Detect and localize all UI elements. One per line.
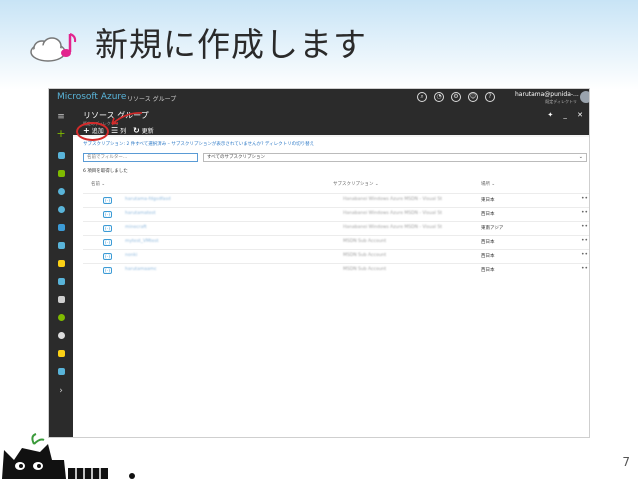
- table-row[interactable]: {·} harutamatest Hanabanei Windows Azure…: [83, 207, 589, 220]
- resource-group-icon: {·}: [103, 239, 112, 246]
- sidebar-item-recent[interactable]: [55, 185, 67, 197]
- table-row[interactable]: {·} mytest_VMtest MSDN Sub Account 西日本 •…: [83, 235, 589, 248]
- resource-group-icon: {·}: [103, 197, 112, 204]
- row-location: 西日本: [481, 254, 495, 259]
- row-location: 西日本: [481, 212, 495, 217]
- table-row[interactable]: {·} harutama-fdgsdfasd Hanabanei Windows…: [83, 193, 589, 206]
- settings-icon[interactable]: ⚙: [451, 92, 461, 102]
- notification-icon[interactable]: ◔: [434, 92, 444, 102]
- sidebar-item-billing[interactable]: [55, 347, 67, 359]
- sidebar-item-monitor[interactable]: [55, 293, 67, 305]
- table-row[interactable]: {·} minecraft Hanabanei Windows Azure MS…: [83, 221, 589, 234]
- row-subscription: MSDN Sub Account: [343, 239, 387, 244]
- smiley-icon[interactable]: ☺: [468, 92, 478, 102]
- user-directory: 既定ディレクトリ: [545, 99, 577, 104]
- more-icon[interactable]: •••: [581, 265, 589, 272]
- resource-group-icon: {·}: [103, 225, 112, 232]
- more-icon[interactable]: •••: [581, 209, 589, 216]
- user-menu[interactable]: harutama@punida-... 既定ディレクトリ: [515, 91, 579, 105]
- row-subscription: Hanabanei Windows Azure MSDN - Visual St: [343, 211, 442, 216]
- avatar[interactable]: [580, 91, 589, 103]
- blade-content: サブスクリプション: 2 件すべて選択済み – サブスクリプションが表示されてい…: [73, 137, 589, 437]
- more-icon[interactable]: •••: [581, 223, 589, 230]
- black-cat-illustration: [2, 433, 135, 479]
- item-count: 6 項目を取得しました: [83, 169, 128, 174]
- filter-input[interactable]: 名前でフィルター...: [83, 153, 198, 162]
- sidebar-item-all-resources[interactable]: [55, 167, 67, 179]
- resource-group-icon: {·}: [103, 267, 112, 274]
- sidebar-item-vm[interactable]: [55, 239, 67, 251]
- sidebar-item-security[interactable]: [55, 329, 67, 341]
- row-subscription: MSDN Sub Account: [343, 253, 387, 258]
- row-location: 西日本: [481, 268, 495, 273]
- table-row[interactable]: {·} nonki MSDN Sub Account 西日本 •••: [83, 249, 589, 262]
- slide-title: 新規に作成します: [95, 25, 367, 64]
- resource-group-icon: {·}: [103, 253, 112, 260]
- top-icons: ⌕ ◔ ⚙ ☺ ?: [417, 92, 495, 102]
- new-plus-icon[interactable]: +: [55, 127, 67, 140]
- pin-icon[interactable]: ✦ _ ✕: [547, 111, 587, 119]
- help-icon[interactable]: ?: [485, 92, 495, 102]
- chevron-down-icon: ⌄: [578, 154, 583, 160]
- row-name[interactable]: nonki: [125, 253, 137, 258]
- chevron-right-icon[interactable]: ›: [55, 385, 67, 397]
- subscription-select-value: すべてのサブスクリプション: [207, 155, 266, 160]
- brand-label: Microsoft Azure: [57, 92, 127, 102]
- sidebar-item-cloud[interactable]: [55, 257, 67, 269]
- sidebar-item-web[interactable]: [55, 203, 67, 215]
- slide: 新規に作成します Microsoft Azure リソース グループ ⌕ ◔ ⚙…: [0, 0, 638, 479]
- resource-group-icon: {·}: [103, 211, 112, 218]
- sidebar-item-users[interactable]: [55, 275, 67, 287]
- row-name[interactable]: harutama-fdgsdfasd: [125, 197, 171, 202]
- column-header-location[interactable]: 場所 ⌄: [481, 181, 495, 187]
- sidebar-item-advisor[interactable]: [55, 311, 67, 323]
- sidebar-item-help[interactable]: [55, 365, 67, 377]
- subscription-select[interactable]: すべてのサブスクリプション ⌄: [203, 153, 587, 162]
- column-header-name[interactable]: 名前 ⌄: [91, 181, 105, 187]
- row-name[interactable]: minecraft: [125, 225, 147, 230]
- search-icon[interactable]: ⌕: [417, 92, 427, 102]
- cloud-music-icon: [30, 33, 77, 62]
- table-row[interactable]: {·} harutamaamc MSDN Sub Account 西日本 •••: [83, 263, 589, 276]
- page-number: 7: [622, 455, 630, 469]
- sidebar: ≡ + ›: [49, 107, 73, 437]
- command-bar: + 追加 ☰ 列 ↻ 更新: [73, 125, 589, 137]
- row-name[interactable]: harutamatest: [125, 211, 156, 216]
- row-location: 東南アジア: [481, 226, 504, 231]
- row-subscription: MSDN Sub Account: [343, 267, 387, 272]
- more-icon[interactable]: •••: [581, 251, 589, 258]
- more-icon[interactable]: •••: [581, 237, 589, 244]
- breadcrumb: リソース グループ: [127, 96, 177, 103]
- more-icon[interactable]: •••: [581, 195, 589, 202]
- top-bar: Microsoft Azure リソース グループ ⌕ ◔ ⚙ ☺ ? haru…: [49, 89, 589, 107]
- row-name[interactable]: harutamaamc: [125, 267, 157, 272]
- row-subscription: Hanabanei Windows Azure MSDN - Visual St: [343, 225, 442, 230]
- azure-portal-screenshot: Microsoft Azure リソース グループ ⌕ ◔ ⚙ ☺ ? haru…: [48, 88, 590, 438]
- annotation-arrow-icon: [111, 112, 143, 125]
- row-subscription: Hanabanei Windows Azure MSDN - Visual St: [343, 197, 442, 202]
- row-location: 西日本: [481, 240, 495, 245]
- sidebar-item-sql[interactable]: [55, 221, 67, 233]
- row-name[interactable]: mytest_VMtest: [125, 239, 159, 244]
- menu-icon[interactable]: ≡: [55, 111, 67, 123]
- sidebar-item-dashboard[interactable]: [55, 149, 67, 161]
- user-name: harutama@punida-...: [515, 91, 579, 98]
- row-location: 東日本: [481, 198, 495, 203]
- subscription-notice[interactable]: サブスクリプション: 2 件すべて選択済み – サブスクリプションが表示されてい…: [83, 141, 314, 147]
- column-header-subscription[interactable]: サブスクリプション ⌄: [333, 181, 379, 187]
